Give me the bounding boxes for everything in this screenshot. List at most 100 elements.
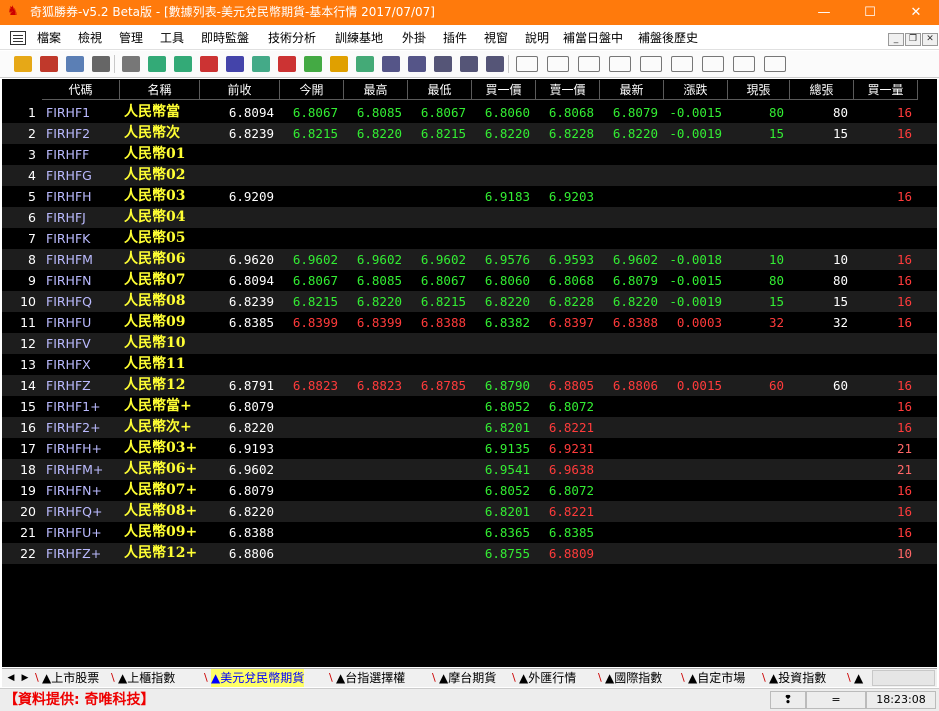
column-header[interactable]: 總張 xyxy=(790,80,854,100)
channel-icon[interactable] xyxy=(702,56,724,72)
column-header[interactable]: 買一價 xyxy=(472,80,536,100)
market-tab[interactable]: ▲ xyxy=(854,669,863,687)
copy-icon[interactable] xyxy=(226,56,244,72)
menu-item[interactable]: 外掛 xyxy=(402,26,426,50)
draw-icon[interactable] xyxy=(516,56,538,72)
menu-item[interactable]: 工具 xyxy=(160,26,184,50)
table-row[interactable]: 8 FIRHFM 人民幣06 6.9620 6.9602 6.9602 6.9602 6.95… xyxy=(2,249,937,270)
money-icon[interactable] xyxy=(304,56,322,72)
column-header[interactable]: 賣一價 xyxy=(536,80,600,100)
window2-icon[interactable] xyxy=(460,56,478,72)
chart2-icon[interactable] xyxy=(174,56,192,72)
mail-icon[interactable] xyxy=(278,56,296,72)
table2-icon[interactable] xyxy=(408,56,426,72)
mdi-close-button[interactable]: ✕ xyxy=(922,33,938,46)
chart-icon[interactable] xyxy=(148,56,166,72)
bars-icon[interactable] xyxy=(609,56,631,72)
swap-icon[interactable] xyxy=(356,56,374,72)
list-icon[interactable] xyxy=(200,56,218,72)
menu-item[interactable]: 技術分析 xyxy=(268,26,316,50)
column-header[interactable]: 買一量 xyxy=(854,80,918,100)
market-tab[interactable]: ▲國際指數 xyxy=(605,669,662,687)
angle-icon[interactable] xyxy=(640,56,662,72)
table-row[interactable]: 4 FIRHFG 人民幣02 xyxy=(2,165,937,186)
table-row[interactable]: 20 FIRHFQ+ 人民幣08+ 6.8220 6.8201 6.8221 16 xyxy=(2,501,937,522)
table-row[interactable]: 12 FIRHFV 人民幣10 xyxy=(2,333,937,354)
table-row[interactable]: 10 FIRHFQ 人民幣08 6.8239 6.8215 6.8220 6.8215 6.8… xyxy=(2,291,937,312)
fan-icon[interactable] xyxy=(671,56,693,72)
maximize-button[interactable]: ☐ xyxy=(847,0,893,25)
table-row[interactable]: 18 FIRHFM+ 人民幣06+ 6.9602 6.9541 6.9638 21 xyxy=(2,459,937,480)
table-icon[interactable] xyxy=(382,56,400,72)
table-row[interactable]: 2 FIRHF2 人民幣次 6.8239 6.8215 6.8220 6.8215 6.822… xyxy=(2,123,937,144)
menu-item[interactable]: 管理 xyxy=(119,26,143,50)
grid-icon[interactable] xyxy=(122,56,140,72)
column-header[interactable]: 最低 xyxy=(408,80,472,100)
market-tab[interactable]: ▲上櫃指數 xyxy=(118,669,175,687)
document-menu-icon[interactable] xyxy=(10,31,26,45)
cell-code: FIRHFN xyxy=(46,273,92,288)
market-tab[interactable]: ▲台指選擇權 xyxy=(336,669,405,687)
market-tab[interactable]: ▲摩台期貨 xyxy=(439,669,496,687)
table-row[interactable]: 21 FIRHFU+ 人民幣09+ 6.8388 6.8365 6.8385 16 xyxy=(2,522,937,543)
table-row[interactable]: 19 FIRHFN+ 人民幣07+ 6.8079 6.8052 6.8072 16 xyxy=(2,480,937,501)
table-row[interactable]: 22 FIRHFZ+ 人民幣12+ 6.8806 6.8755 6.8809 10 xyxy=(2,543,937,564)
tab-scroll-right-icon[interactable]: ▶ xyxy=(18,670,32,686)
table-row[interactable]: 11 FIRHFU 人民幣09 6.8385 6.8399 6.8399 6.8388 6.8… xyxy=(2,312,937,333)
close-button[interactable]: ✕ xyxy=(893,0,939,25)
market-tab[interactable]: ▲外匯行情 xyxy=(519,669,576,687)
column-header[interactable]: 最高 xyxy=(344,80,408,100)
quote-table[interactable]: 代碼 名稱 前收 今開 最高 最低 買一價 賣一價 最新 漲跌 現張 總張 買一量 1 FIRHF1 人民幣… xyxy=(2,79,937,667)
column-header[interactable]: 今開 xyxy=(280,80,344,100)
table-row[interactable]: 16 FIRHF2+ 人民幣次+ 6.8220 6.8201 6.8221 16 xyxy=(2,417,937,438)
column-header[interactable]: 名稱 xyxy=(120,80,200,100)
move-icon[interactable] xyxy=(66,56,84,72)
rect-icon[interactable] xyxy=(733,56,755,72)
table-row[interactable]: 9 FIRHFN 人民幣07 6.8094 6.8067 6.8085 6.8067 6.80… xyxy=(2,270,937,291)
mdi-restore-button[interactable]: ❐ xyxy=(905,33,921,46)
menu-item[interactable]: 補當日盤中 xyxy=(563,26,623,50)
market-tab[interactable]: ▲上市股票 xyxy=(42,669,99,687)
column-header[interactable]: 最新 xyxy=(600,80,664,100)
tab-scroll-left-icon[interactable]: ◀ xyxy=(4,670,18,686)
window3-icon[interactable] xyxy=(486,56,504,72)
column-header[interactable]: 漲跌 xyxy=(664,80,728,100)
open-icon[interactable] xyxy=(14,56,32,72)
window-icon[interactable] xyxy=(434,56,452,72)
table-row[interactable]: 7 FIRHFK 人民幣05 xyxy=(2,228,937,249)
table-row[interactable]: 5 FIRHFH 人民幣03 6.9209 6.9183 6.9203 16 xyxy=(2,186,937,207)
column-header[interactable]: 前收 xyxy=(200,80,280,100)
warning-icon[interactable] xyxy=(330,56,348,72)
menu-item[interactable]: 視窗 xyxy=(484,26,508,50)
table-row[interactable]: 17 FIRHFH+ 人民幣03+ 6.9193 6.9135 6.9231 21 xyxy=(2,438,937,459)
column-header[interactable]: 現張 xyxy=(728,80,790,100)
layout-icon[interactable] xyxy=(92,56,110,72)
fib-icon[interactable] xyxy=(578,56,600,72)
alert-icon[interactable]: ❢ xyxy=(770,691,806,709)
table-row[interactable]: 6 FIRHFJ 人民幣04 xyxy=(2,207,937,228)
menu-item[interactable]: 說明 xyxy=(525,26,549,50)
table-row[interactable]: 3 FIRHFF 人民幣01 xyxy=(2,144,937,165)
menu-item[interactable]: 補盤後歷史 xyxy=(638,26,698,50)
menu-item[interactable]: 即時監盤 xyxy=(201,26,249,50)
horizontal-scrollbar[interactable] xyxy=(872,670,935,686)
cell-bid: 6.8060 xyxy=(484,273,530,288)
mdi-minimize-button[interactable]: _ xyxy=(888,33,904,46)
table-row[interactable]: 13 FIRHFX 人民幣11 xyxy=(2,354,937,375)
print-icon[interactable] xyxy=(40,56,58,72)
market-tab[interactable]: ▲投資指數 xyxy=(769,669,826,687)
menu-item[interactable]: 插件 xyxy=(443,26,467,50)
menu-item[interactable]: 檔案 xyxy=(37,26,61,50)
menu-item[interactable]: 檢視 xyxy=(78,26,102,50)
market-tab[interactable]: ▲美元兌民幣期貨 xyxy=(211,669,305,687)
table-row[interactable]: 15 FIRHF1+ 人民幣當+ 6.8079 6.8052 6.8072 16 xyxy=(2,396,937,417)
column-header[interactable]: 代碼 xyxy=(42,80,120,100)
table-row[interactable]: 14 FIRHFZ 人民幣12 6.8791 6.8823 6.8823 6.8785 6.8… xyxy=(2,375,937,396)
table-row[interactable]: 1 FIRHF1 人民幣當 6.8094 6.8067 6.8085 6.8067 6.806… xyxy=(2,102,937,123)
circle-icon[interactable] xyxy=(764,56,786,72)
menu-item[interactable]: 訓練基地 xyxy=(335,26,383,50)
doc-icon[interactable] xyxy=(252,56,270,72)
minimize-button[interactable]: — xyxy=(801,0,847,25)
line-icon[interactable] xyxy=(547,56,569,72)
market-tab[interactable]: ▲自定市場 xyxy=(688,669,745,687)
